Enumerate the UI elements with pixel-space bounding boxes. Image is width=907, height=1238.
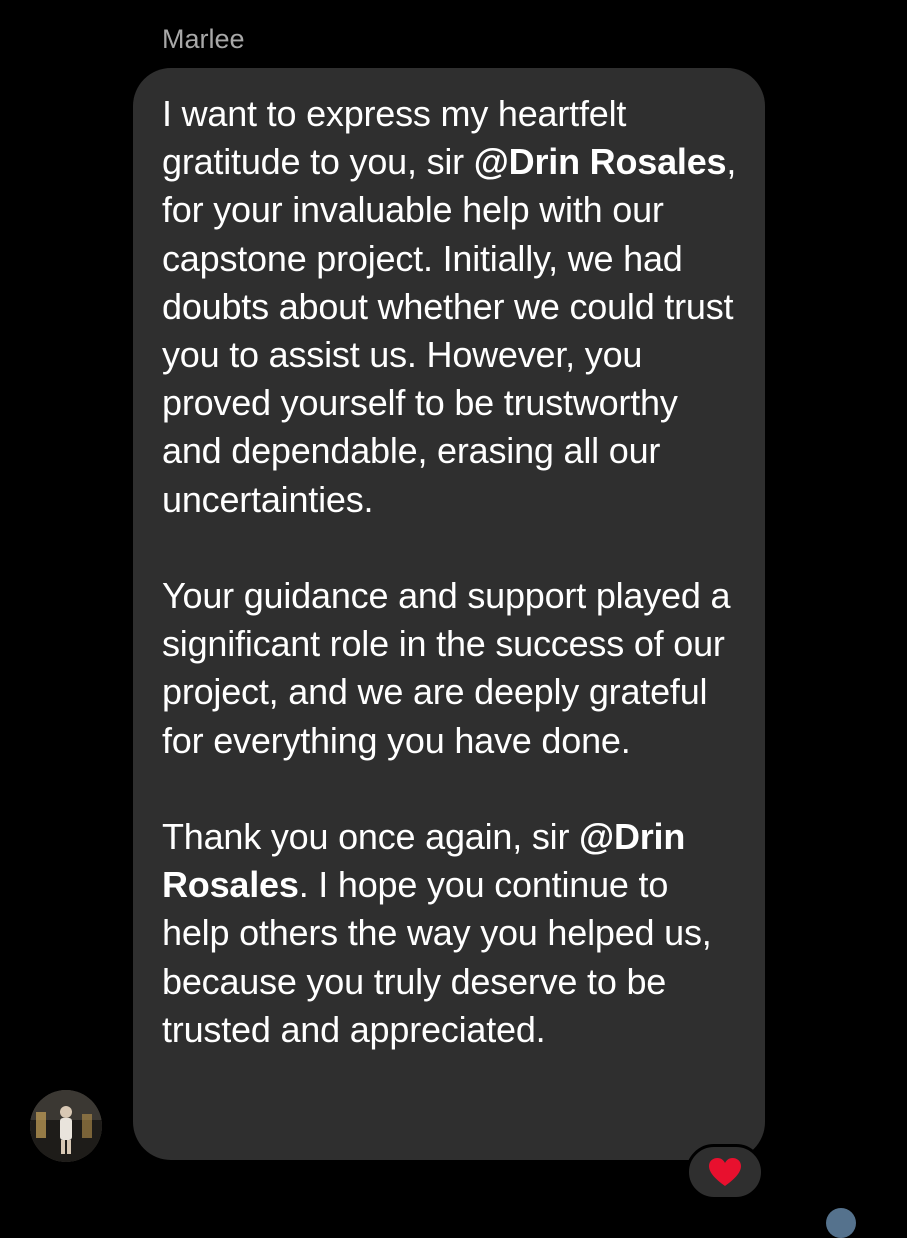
message-paragraph-1: I want to express my heartfelt gratitude… <box>162 90 745 524</box>
reaction-badge[interactable] <box>686 1144 764 1200</box>
message-text: Thank you once again, sir <box>162 816 580 858</box>
message-text: , for your invaluable help with our caps… <box>162 141 737 520</box>
heart-icon <box>709 1158 741 1186</box>
seen-indicator <box>826 1208 856 1238</box>
mention-link[interactable]: @Drin Rosales <box>474 141 727 182</box>
message-bubble[interactable]: I want to express my heartfelt gratitude… <box>133 68 765 1160</box>
sender-name[interactable]: Marlee <box>162 22 245 56</box>
message-paragraph-3: Thank you once again, sir @Drin Rosales.… <box>162 813 745 1054</box>
avatar[interactable] <box>30 1090 102 1162</box>
avatar-photo <box>30 1090 102 1162</box>
message-paragraph-2: Your guidance and support played a signi… <box>162 575 731 761</box>
